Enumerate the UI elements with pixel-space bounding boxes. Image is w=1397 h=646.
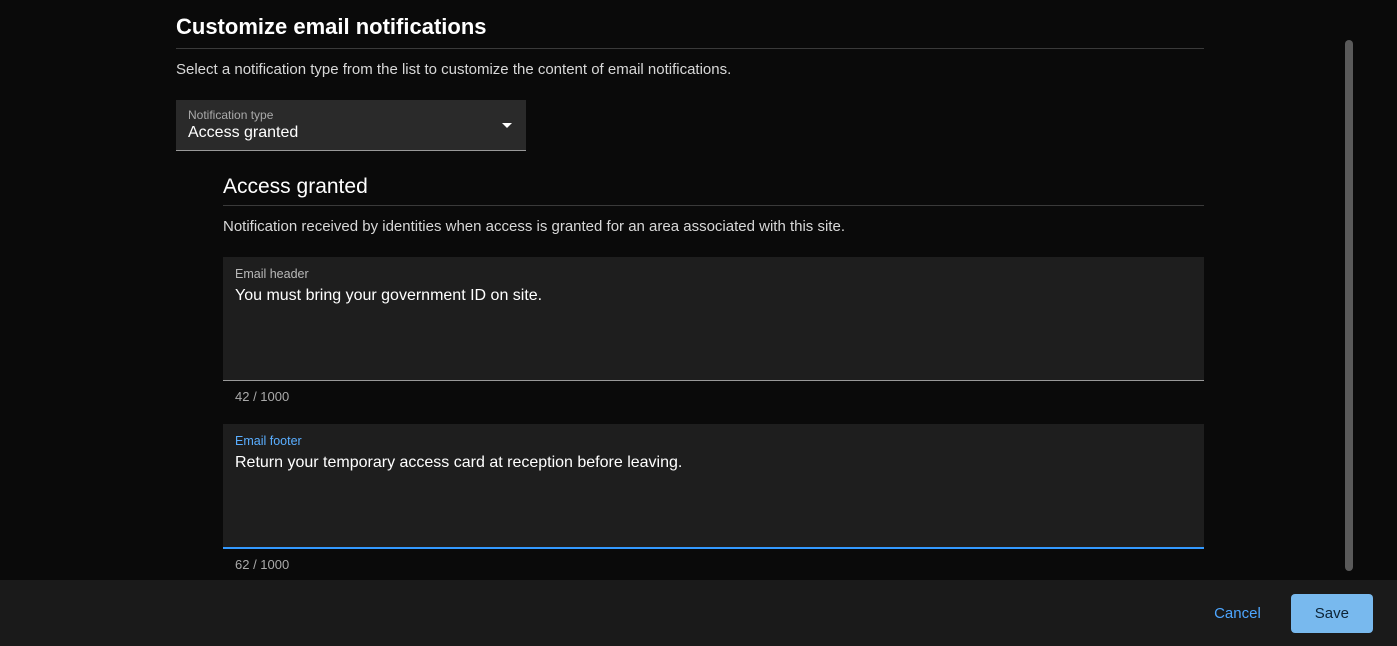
notification-type-value: Access granted (188, 124, 298, 142)
email-footer-field[interactable]: Email footer (223, 424, 1204, 549)
cancel-button[interactable]: Cancel (1202, 595, 1273, 632)
section-description: Notification received by identities when… (223, 218, 1204, 235)
page-title: Customize email notifications (176, 14, 1204, 49)
notification-type-select[interactable]: Notification type Access granted (176, 100, 526, 151)
footer-bar: Cancel Save (0, 580, 1397, 646)
email-footer-label: Email footer (235, 434, 1192, 448)
email-header-char-count: 42 / 1000 (223, 381, 1204, 404)
scrollbar-thumb[interactable] (1345, 40, 1353, 571)
email-header-input[interactable] (235, 285, 1192, 365)
scrollbar[interactable] (1345, 40, 1353, 571)
email-header-label: Email header (235, 267, 1192, 281)
email-header-field[interactable]: Email header (223, 257, 1204, 381)
page-description: Select a notification type from the list… (176, 61, 1204, 78)
email-footer-char-count: 62 / 1000 (223, 549, 1204, 572)
caret-down-icon (502, 123, 512, 128)
section-title: Access granted (223, 175, 1204, 206)
email-footer-input[interactable] (235, 452, 1192, 532)
notification-type-label: Notification type (188, 108, 298, 122)
save-button[interactable]: Save (1291, 594, 1373, 633)
